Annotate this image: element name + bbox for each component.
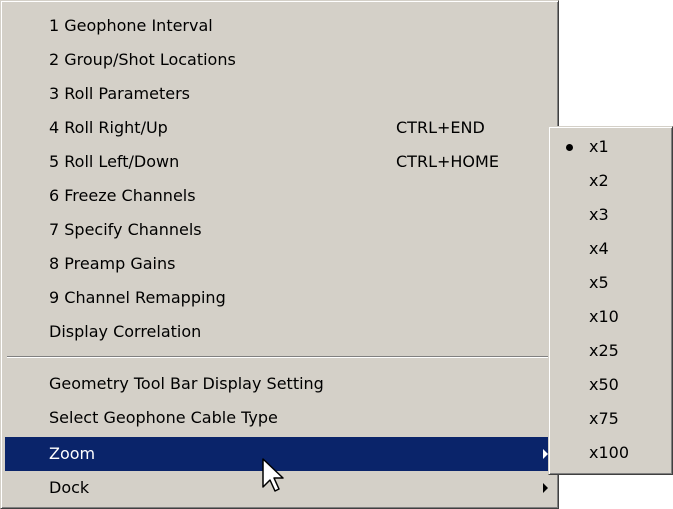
zoom-option-x10[interactable]: x10 — [552, 300, 669, 334]
shortcut-label: CTRL+HOME — [396, 152, 499, 171]
zoom-option-label: x2 — [589, 171, 609, 190]
menu-item-label: 6 Freeze Channels — [49, 186, 196, 205]
zoom-option-x4[interactable]: x4 — [552, 232, 669, 266]
zoom-option-label: x100 — [589, 443, 630, 462]
zoom-submenu: x1 x2 x3 x4 x5 x10 x25 x50 x75 x100 — [548, 126, 673, 475]
menu-item-geophone-interval[interactable]: 1 Geophone Interval — [5, 9, 554, 43]
chevron-right-icon — [543, 483, 548, 493]
menu-item-label: Dock — [49, 478, 90, 497]
menu-separator — [7, 356, 552, 358]
menu-item-roll-parameters[interactable]: 3 Roll Parameters — [5, 77, 554, 111]
menu-item-label: 8 Preamp Gains — [49, 254, 176, 273]
zoom-option-x75[interactable]: x75 — [552, 402, 669, 436]
menu-item-label: Zoom — [49, 444, 96, 463]
zoom-option-label: x75 — [589, 409, 619, 428]
menu-item-group-shot-locations[interactable]: 2 Group/Shot Locations — [5, 43, 554, 77]
zoom-option-x2[interactable]: x2 — [552, 164, 669, 198]
zoom-option-x25[interactable]: x25 — [552, 334, 669, 368]
zoom-option-label: x1 — [589, 137, 609, 156]
zoom-option-x5[interactable]: x5 — [552, 266, 669, 300]
menu-item-label: 4 Roll Right/Up — [49, 118, 168, 137]
menu-item-label: Select Geophone Cable Type — [49, 408, 278, 427]
menu-item-channel-remapping[interactable]: 9 Channel Remapping — [5, 281, 554, 315]
menu-item-select-geophone-cable-type[interactable]: Select Geophone Cable Type — [5, 401, 554, 435]
menu-item-label: 5 Roll Left/Down — [49, 152, 180, 171]
menu-item-label: 9 Channel Remapping — [49, 288, 226, 307]
menu-item-label: Geometry Tool Bar Display Setting — [49, 374, 324, 393]
menu-item-specify-channels[interactable]: 7 Specify Channels — [5, 213, 554, 247]
zoom-option-label: x25 — [589, 341, 619, 360]
zoom-option-label: x4 — [589, 239, 609, 258]
mouse-cursor-icon — [262, 458, 284, 492]
shortcut-label: CTRL+END — [396, 118, 485, 137]
zoom-option-x1[interactable]: x1 — [552, 130, 669, 164]
menu-item-roll-right-up[interactable]: 4 Roll Right/Up CTRL+END — [5, 111, 554, 145]
menu-item-label: Display Correlation — [49, 322, 202, 341]
zoom-option-label: x5 — [589, 273, 609, 292]
menu-item-label: 2 Group/Shot Locations — [49, 50, 236, 69]
menu-item-label: 3 Roll Parameters — [49, 84, 191, 103]
zoom-option-x100[interactable]: x100 — [552, 436, 669, 470]
zoom-option-label: x50 — [589, 375, 619, 394]
menu-item-display-correlation[interactable]: Display Correlation — [5, 315, 554, 349]
zoom-option-label: x3 — [589, 205, 609, 224]
radio-bullet-icon — [566, 144, 573, 151]
menu-item-geometry-toolbar-setting[interactable]: Geometry Tool Bar Display Setting — [5, 367, 554, 401]
menu-item-preamp-gains[interactable]: 8 Preamp Gains — [5, 247, 554, 281]
zoom-option-x50[interactable]: x50 — [552, 368, 669, 402]
menu-item-roll-left-down[interactable]: 5 Roll Left/Down CTRL+HOME — [5, 145, 554, 179]
menu-item-label: 7 Specify Channels — [49, 220, 202, 239]
zoom-option-label: x10 — [589, 307, 619, 326]
context-menu: 1 Geophone Interval 2 Group/Shot Locatio… — [0, 0, 559, 509]
menu-item-label: 1 Geophone Interval — [49, 16, 213, 35]
menu-item-freeze-channels[interactable]: 6 Freeze Channels — [5, 179, 554, 213]
zoom-option-x3[interactable]: x3 — [552, 198, 669, 232]
